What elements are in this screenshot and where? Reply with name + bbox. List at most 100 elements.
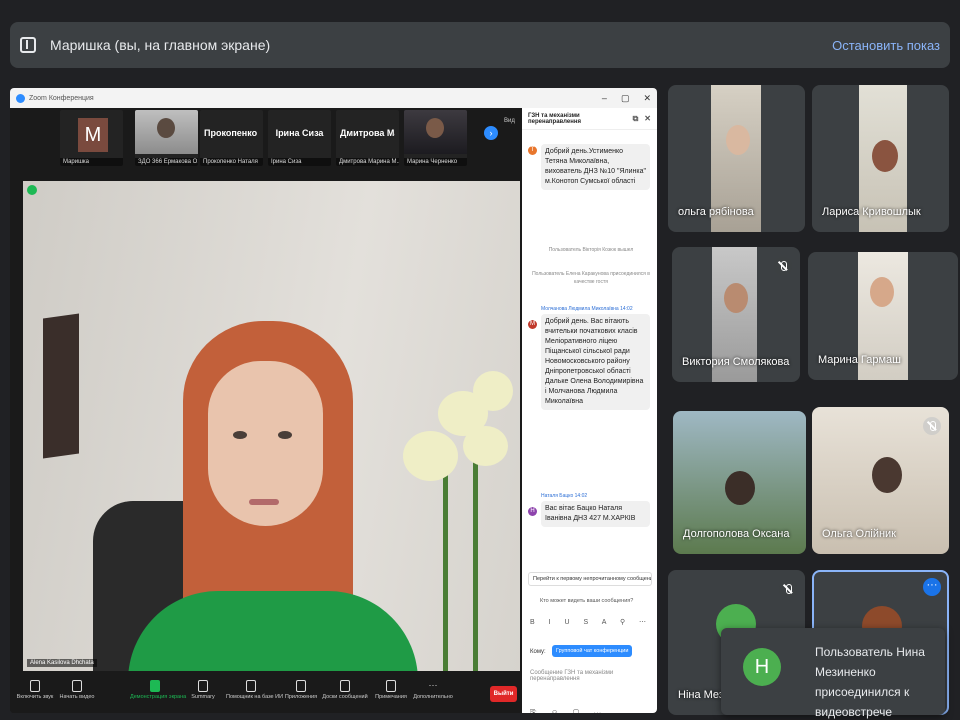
- present-screen-icon: [20, 37, 36, 53]
- window-controls: – ▢ ✕: [602, 93, 651, 104]
- message-sender: Молчанова Людмила Миколаївна 14:02: [541, 306, 633, 312]
- tile-name: Дмитрова Марина М...: [336, 158, 399, 166]
- tile-name: Маришка: [60, 158, 123, 166]
- participant-tile[interactable]: Долгополова Оксана: [673, 411, 806, 554]
- more-options-icon[interactable]: ···: [923, 578, 941, 596]
- who-can-see-link[interactable]: Кто может видеть ваши сообщения?: [540, 598, 633, 604]
- share-screen-icon: [150, 680, 160, 692]
- message-text: Добрий день. Вас вітають вчительки почат…: [541, 314, 650, 410]
- avatar: M: [78, 118, 108, 152]
- avatar: T: [528, 146, 537, 155]
- stop-presenting-button[interactable]: Остановить показ: [832, 38, 940, 53]
- shared-zoom-window: Zoom Конференция – ▢ ✕ M Маришка ЗДО 366 Е…: [10, 88, 657, 713]
- zoom-toolbar: Включить звук Начать видео Демонстрация …: [10, 678, 522, 713]
- more-icon: ···: [428, 680, 438, 690]
- next-page-icon[interactable]: ›: [484, 126, 498, 140]
- apps-icon: [296, 680, 306, 692]
- zoom-window-title: Zoom Конференция: [29, 94, 94, 102]
- to-label: Кому:: [530, 649, 546, 655]
- minimize-icon[interactable]: –: [602, 93, 607, 104]
- ai-assistant-button[interactable]: Помощник на базе ИИ: [226, 680, 283, 700]
- strip-tile[interactable]: M Маришка: [60, 110, 123, 166]
- presenting-title: Маришка (вы, на главном экране): [50, 37, 271, 53]
- tile-name: Ірина Сиза: [268, 158, 331, 166]
- chat-message: Наталя Бацко 14:02 H Вас вітає Бацко Нат…: [526, 493, 650, 527]
- participant-strip: M Маришка ЗДО 366 Ермакова О... Прокопен…: [10, 108, 520, 168]
- avatar: Н: [743, 648, 781, 686]
- participant-name: Долгополова Оксана: [683, 528, 790, 540]
- presenting-bar: Маришка (вы, на главном экране) Останови…: [10, 22, 950, 68]
- participant-tile[interactable]: Марина Гармаш: [808, 252, 958, 380]
- start-video-button[interactable]: Начать видео: [52, 680, 102, 700]
- avatar: H: [528, 507, 537, 516]
- avatar: M: [528, 320, 537, 329]
- participant-tile[interactable]: Лариса Кривошлык: [812, 85, 949, 232]
- message-sender: Наталя Бацко 14:02: [541, 493, 588, 499]
- leave-button[interactable]: Выйти: [490, 686, 517, 702]
- maximize-icon[interactable]: ▢: [621, 93, 630, 104]
- chat-message: T Добрий день.Устименко Тетяна Миколаївн…: [526, 144, 650, 190]
- mic-off-icon: [779, 580, 797, 598]
- tile-name: ЗДО 366 Ермакова О...: [135, 158, 198, 166]
- chat-title: ГЗН та механізми перенаправлення: [528, 112, 581, 125]
- close-chat-icon[interactable]: ✕: [644, 114, 651, 124]
- tile-label: Дмитрова Мар...: [340, 128, 395, 138]
- whiteboard-icon: [340, 680, 350, 692]
- strip-tile[interactable]: Ірина Сиза Ірина Сиза: [268, 110, 331, 166]
- zoom-logo-icon: [16, 93, 25, 103]
- join-notification: Н Пользователь Нина Мезиненко присоедини…: [721, 628, 945, 719]
- whiteboards-button[interactable]: Доски сообщений: [320, 680, 370, 700]
- mic-off-icon: [774, 257, 792, 275]
- participant-name: Марина Гармаш: [818, 354, 901, 366]
- tile-label: Ірина Сиза: [275, 128, 324, 138]
- summary-icon: [198, 680, 208, 692]
- participant-name: ольга рябінова: [678, 206, 754, 218]
- summary-button[interactable]: Summary: [178, 680, 228, 700]
- tile-name: Марина Черненко: [404, 158, 467, 166]
- chat-panel: ГЗН та механізми перенаправлення ⧉ ✕ T До…: [522, 108, 657, 713]
- chat-input[interactable]: Сообщение ГЗН та механізми перенаправлен…: [530, 670, 657, 682]
- chat-message: Молчанова Людмила Миколаївна 14:02 M Доб…: [526, 306, 650, 410]
- strip-tile[interactable]: Дмитрова Мар... Дмитрова Марина М...: [336, 110, 399, 166]
- participant-tile[interactable]: Ольга Олійник: [812, 407, 949, 554]
- tile-label: Прокопенко Н...: [204, 128, 259, 138]
- tile-video: [404, 110, 467, 154]
- system-message: Пользователь Вікторія Козюк вышел: [548, 247, 634, 253]
- share-screen-button[interactable]: Демонстрация экрана: [130, 680, 186, 700]
- recipient-select[interactable]: Групповой чат конференции: [552, 645, 633, 657]
- participant-name: Ольга Олійник: [822, 528, 896, 540]
- close-icon[interactable]: ✕: [643, 93, 651, 104]
- message-text: Добрий день.Устименко Тетяна Миколаївна,…: [541, 144, 650, 190]
- system-message: Пользователь Елена Каракунова присоедини…: [532, 271, 650, 285]
- mic-off-icon: [30, 680, 40, 692]
- tile-name: Прокопенко Наталя: [200, 158, 263, 166]
- speaker-name: Alena Kasilova Dhchata: [27, 659, 97, 667]
- tile-video: [135, 110, 198, 154]
- sparkle-icon: [246, 680, 256, 692]
- participant-tile[interactable]: Виктория Смолякова: [672, 247, 800, 382]
- strip-tile[interactable]: Марина Черненко: [404, 110, 467, 166]
- participant-name: Виктория Смолякова: [682, 356, 790, 368]
- flowers: [393, 371, 513, 671]
- security-icon: [27, 185, 37, 195]
- apps-button[interactable]: Приложения: [276, 680, 326, 700]
- mic-off-icon: [923, 417, 941, 435]
- strip-tile[interactable]: ЗДО 366 Ермакова О...: [135, 110, 198, 166]
- strip-tile[interactable]: Прокопенко Н... Прокопенко Наталя: [200, 110, 263, 166]
- message-text: Вас вітає Бацко Наталя Іванівна ДНЗ 427 …: [541, 501, 650, 527]
- participant-name: Лариса Кривошлык: [822, 206, 921, 218]
- chat-input-tools[interactable]: ⎘ ☺ ▢ ⋯: [530, 708, 607, 713]
- active-speaker-video: Alena Kasilova Dhchata: [23, 181, 520, 671]
- jump-to-unread-button[interactable]: Перейти к первому непрочитанному сообщен…: [528, 572, 652, 586]
- view-button[interactable]: Вид: [504, 118, 515, 124]
- notes-icon: [386, 680, 396, 692]
- notification-text: Пользователь Нина Мезиненко присоединилс…: [815, 645, 925, 719]
- format-toolbar[interactable]: B I U S A ⚲ ⋯: [530, 618, 652, 626]
- chat-header: ГЗН та механізми перенаправлення ⧉ ✕: [522, 108, 657, 130]
- more-button[interactable]: ··· Дополнительно: [408, 680, 458, 700]
- participant-tile[interactable]: ольга рябінова: [668, 85, 805, 232]
- popout-icon[interactable]: ⧉: [633, 114, 639, 124]
- wall-picture: [43, 313, 79, 459]
- video-off-icon: [72, 680, 82, 692]
- zoom-titlebar: Zoom Конференция – ▢ ✕: [10, 88, 657, 108]
